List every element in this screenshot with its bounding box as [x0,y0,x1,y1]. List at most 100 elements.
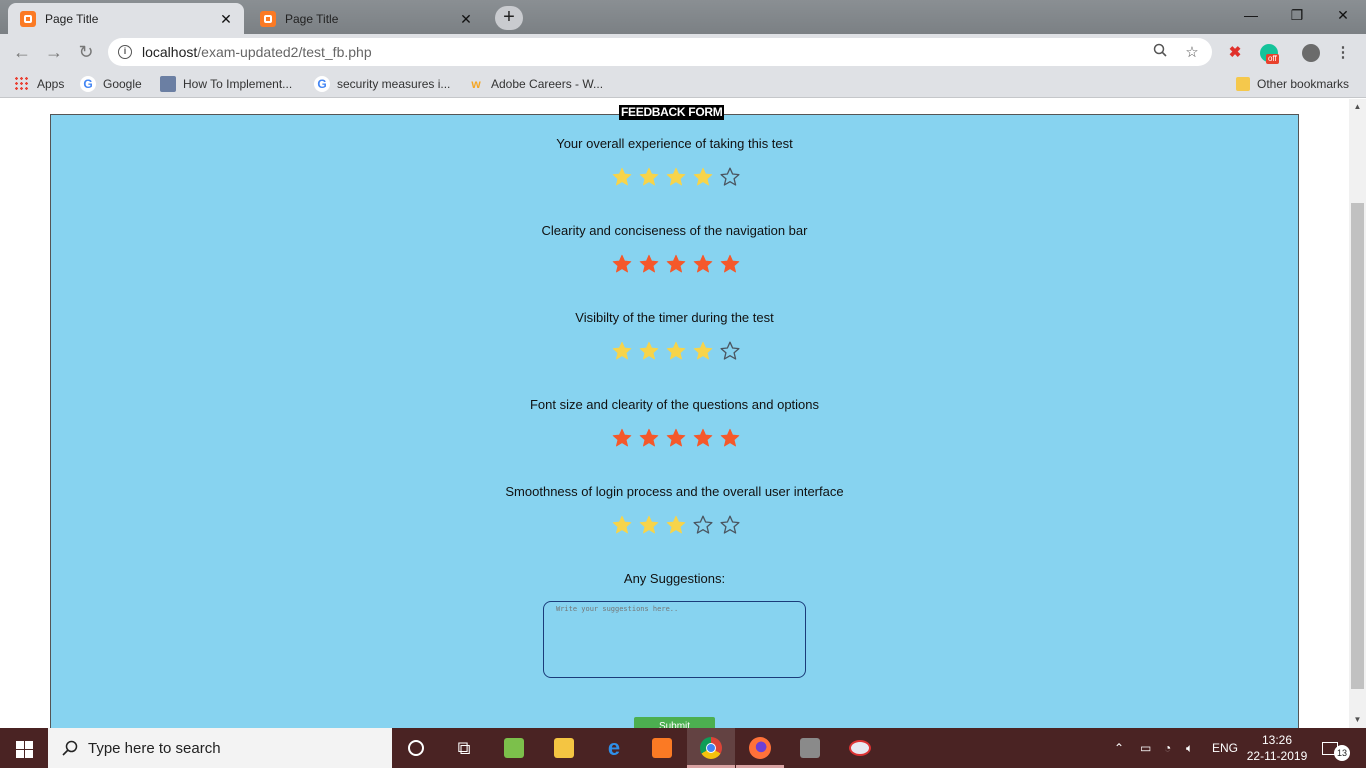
star-empty-icon[interactable] [716,514,743,536]
star-filled-icon[interactable] [609,253,636,275]
star-filled-icon[interactable] [663,427,690,449]
scroll-up-icon[interactable]: ▲ [1349,102,1366,111]
star-filled-icon[interactable] [636,427,663,449]
star-filled-icon[interactable] [716,253,743,275]
star-filled-icon[interactable] [609,166,636,188]
close-tab-icon[interactable]: ✕ [218,11,234,27]
scroll-down-icon[interactable]: ▼ [1349,715,1366,724]
menu-kebab-icon[interactable]: ⋮ [1332,42,1354,64]
profile-avatar[interactable] [1300,42,1322,64]
question-1: Your overall experience of taking this t… [50,136,1299,151]
bookmark-apps[interactable]: Apps [14,75,64,93]
question-text: Smoothness of login process and the over… [505,484,844,499]
star-filled-icon[interactable] [609,340,636,362]
browser-toolbar: ← → ↻ i localhost/exam-updated2/test_fb.… [0,34,1366,70]
question-4: Font size and clearity of the questions … [50,397,1299,412]
folder-icon [1236,77,1250,91]
bookmark-google[interactable]: G Google [80,75,142,93]
bookmark-label: Adobe Careers - W... [491,77,604,91]
url-path: /exam-updated2/test_fb.php [197,44,372,60]
star-filled-icon[interactable] [636,340,663,362]
close-window-button[interactable]: ✕ [1320,0,1366,30]
windows-start-icon[interactable] [0,728,48,768]
question-2: Clearity and conciseness of the navigati… [50,223,1299,238]
chart-app-icon[interactable] [500,734,528,762]
star-filled-icon[interactable] [609,427,636,449]
grammarly-extension-icon[interactable]: off [1258,42,1280,64]
star-filled-icon[interactable] [689,166,716,188]
bookmark-security-measures[interactable]: G security measures i... [314,75,450,93]
form-title: FEEDBACK FORM [619,105,725,120]
extension-badge: off [1266,54,1279,64]
bookmark-adobe-careers[interactable]: w Adobe Careers - W... [468,75,603,93]
star-filled-icon[interactable] [689,427,716,449]
wifi-icon[interactable]: ◔ [1164,728,1171,768]
firefox-icon[interactable] [746,734,774,762]
show-hidden-icons[interactable]: ⌃ [1114,728,1124,768]
zoom-icon[interactable] [1150,43,1170,61]
page-viewport: FEEDBACK FORM Your overall experience of… [0,99,1349,728]
star-filled-icon[interactable] [663,253,690,275]
star-filled-icon[interactable] [663,514,690,536]
forward-icon[interactable]: → [42,40,66,64]
task-view-icon[interactable]: ⧉ [450,734,478,762]
other-bookmarks[interactable]: Other bookmarks [1236,75,1349,93]
submit-button[interactable]: Submit [634,717,715,728]
notification-center-icon[interactable]: 13 [1322,728,1350,768]
game-app-icon[interactable] [796,734,824,762]
address-bar[interactable]: i localhost/exam-updated2/test_fb.php ☆ [108,38,1212,66]
question-3: Visibilty of the timer during the test [50,310,1299,325]
star-filled-icon[interactable] [663,340,690,362]
back-icon[interactable]: ← [10,40,34,64]
minimize-button[interactable]: — [1228,0,1274,30]
star-filled-icon[interactable] [663,166,690,188]
star-empty-icon[interactable] [716,340,743,362]
close-tab-icon[interactable]: ✕ [458,11,474,27]
chrome-icon[interactable] [697,734,725,762]
star-rating-3 [609,340,743,362]
xampp-icon [20,10,36,27]
url-host: localhost [142,44,198,60]
taskbar-clock[interactable]: 13:26 22-11-2019 [1242,732,1312,764]
red-x-extension-icon[interactable]: ✖ [1224,42,1246,64]
question-text: Clearity and conciseness of the navigati… [541,223,808,238]
notification-count-badge: 13 [1334,745,1350,761]
bookmark-label: Apps [37,77,65,91]
xampp-taskbar-icon[interactable] [648,734,676,762]
bookmark-how-to-implement[interactable]: How To Implement... [160,75,292,93]
star-filled-icon[interactable] [609,514,636,536]
language-indicator[interactable]: ENG [1212,728,1238,768]
edge-icon[interactable]: e [600,734,628,762]
bookmark-star-icon[interactable]: ☆ [1182,43,1202,61]
paint-app-icon[interactable] [846,734,874,762]
star-filled-icon[interactable] [689,253,716,275]
star-filled-icon[interactable] [689,340,716,362]
taskbar-search[interactable]: Type here to search [48,728,392,768]
google-icon: G [80,76,96,92]
suggestions-textarea[interactable] [543,601,806,678]
star-filled-icon[interactable] [716,427,743,449]
google-icon: G [314,76,330,92]
site-info-icon[interactable]: i [118,45,132,59]
restore-button[interactable]: ❐ [1274,0,1320,30]
battery-icon[interactable]: ▭ [1140,728,1151,768]
reload-icon[interactable]: ↻ [74,40,98,64]
star-empty-icon[interactable] [716,166,743,188]
new-tab-button[interactable]: + [495,6,523,30]
url-text[interactable]: localhost/exam-updated2/test_fb.php [142,44,1138,60]
file-explorer-icon[interactable] [550,734,578,762]
star-filled-icon[interactable] [636,514,663,536]
tab-page-title-1[interactable]: Page Title ✕ [8,3,244,34]
cortana-icon[interactable] [402,734,430,762]
volume-icon[interactable]: 🔈︎ [1186,728,1193,768]
scrollbar-thumb[interactable] [1351,203,1364,689]
star-filled-icon[interactable] [636,166,663,188]
star-rating-1 [609,166,743,188]
star-rating-4 [609,427,743,449]
star-empty-icon[interactable] [689,514,716,536]
browser-titlebar: Page Title ✕ Page Title ✕ + — ❐ ✕ [0,0,1366,34]
workday-icon: w [471,77,481,91]
star-filled-icon[interactable] [636,253,663,275]
page-scrollbar[interactable]: ▲ ▼ [1349,99,1366,728]
tab-page-title-2[interactable]: Page Title ✕ [248,3,484,34]
